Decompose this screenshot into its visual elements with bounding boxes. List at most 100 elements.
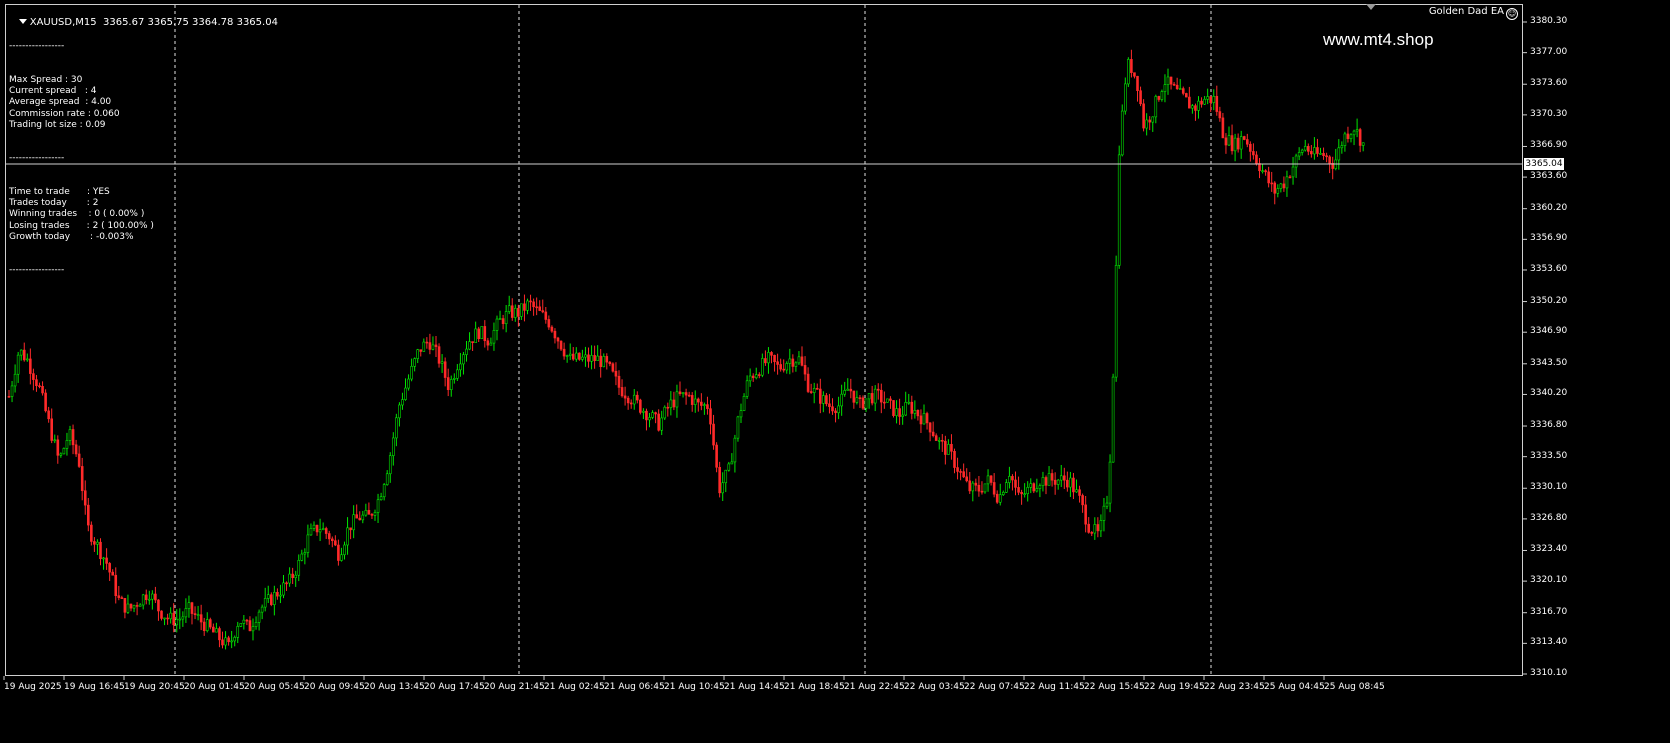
bull-candle [864,398,868,409]
bull-candle [288,573,291,584]
ea-name-label[interactable]: Golden Dad EA ☺ [1429,6,1518,20]
bull-candle [187,602,191,609]
bear-candle [562,348,566,357]
price-tick-label: 3333.50 [1530,450,1568,461]
bear-candle [56,439,60,456]
bear-candle [544,311,548,320]
bull-candle [1120,110,1124,156]
time-tick-label: 22 Aug 03:45 [904,682,965,692]
bull-candle [416,349,420,359]
bull-candle [1233,137,1237,152]
bull-candle [513,307,517,318]
bull-candle [1191,105,1194,109]
bear-candle [620,387,624,397]
bear-candle [1264,170,1267,173]
bear-candle [370,514,374,516]
bull-candle [998,494,1002,503]
price-tick-label: 3366.90 [1530,140,1568,151]
time-tick-label: 20 Aug 21:45 [484,682,545,692]
bear-candle [910,401,914,414]
bear-candle [696,398,700,403]
bull-candle [602,356,606,368]
price-tick-label: 3370.30 [1530,108,1568,119]
bear-candle [1215,96,1219,112]
bear-candle [32,373,35,380]
bear-candle [718,466,721,494]
bear-candle [330,538,334,542]
bear-candle [218,628,221,641]
bull-candle [340,554,343,561]
ea-info-panel: ----------------- Max Spread : 30 Current… [9,19,154,299]
bull-candle [410,366,413,380]
bear-candle [1050,473,1054,481]
bear-candle [47,410,50,420]
bull-candle [584,354,587,358]
time-tick-label: 22 Aug 23:45 [1204,682,1265,692]
bull-candle [257,611,261,623]
bear-candle [849,388,853,392]
bear-candle [782,368,786,371]
bear-candle [953,450,956,468]
bear-candle [160,610,163,619]
bull-candle [53,439,57,442]
bear-candle [645,410,648,421]
bull-candle [266,594,270,599]
bull-candle [230,640,233,643]
bear-candle [202,621,206,631]
bull-candle [660,417,664,431]
bull-candle [1197,100,1200,111]
bull-candle [273,592,276,605]
bear-candle [715,444,718,468]
bull-candle [148,598,151,601]
bear-candle [968,480,972,492]
bear-candle [501,318,505,324]
bear-candle [916,409,920,417]
bull-candle [1154,96,1158,118]
candlestick-plot[interactable] [0,0,1670,743]
bear-candle [1014,479,1017,488]
info-separator: ----------------- [9,265,65,276]
bull-candle [1099,520,1103,532]
bull-candle [642,410,645,413]
bull-candle [1203,98,1206,105]
bear-candle [1267,171,1270,184]
bull-candle [300,553,304,561]
bull-candle [1041,477,1045,486]
bull-candle [492,330,496,344]
bull-candle [846,388,850,391]
bear-candle [111,571,114,576]
bull-candle [1178,88,1182,90]
bear-candle [1136,75,1139,92]
bull-candle [65,440,69,449]
bull-candle [312,524,316,529]
bull-candle [526,300,529,311]
bear-candle [446,377,450,390]
bull-candle [1023,493,1026,495]
price-tick-label: 3340.20 [1530,388,1568,399]
chart-window[interactable]: XAUUSD,M15 3365.67 3365.75 3364.78 3365.… [0,0,1670,743]
bear-candle [623,395,627,399]
bear-candle [578,352,581,360]
bull-candle [175,618,179,626]
info-row: Average spread : 4.00 [9,97,112,108]
bull-candle [1166,76,1170,85]
bear-candle [1358,129,1362,146]
bull-candle [251,626,255,632]
bear-candle [1017,487,1020,493]
bear-candle [931,431,935,436]
time-tick-label: 25 Aug 08:45 [1324,682,1385,692]
bear-candle [1139,90,1142,105]
bear-candle [50,418,54,441]
bear-candle [291,573,294,579]
bear-candle [977,484,981,492]
chart-shift-marker[interactable] [1366,4,1376,10]
bear-candle [425,341,429,344]
bear-candle [248,620,252,632]
bull-candle [62,448,66,455]
bear-candle [1221,117,1225,139]
bull-candle [867,393,871,400]
bull-candle [373,512,377,516]
price-tick-label: 3363.60 [1530,171,1568,182]
bear-candle [1133,72,1136,77]
bull-candle [224,637,227,646]
